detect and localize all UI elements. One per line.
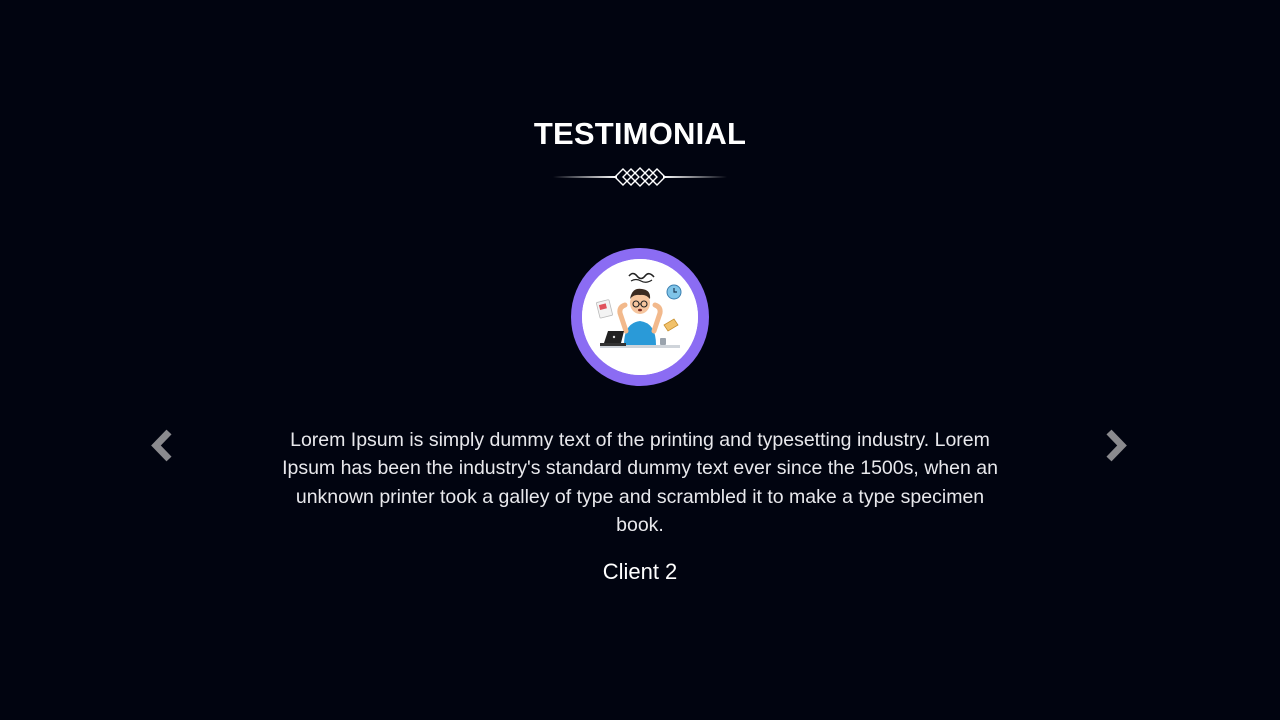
client-avatar <box>571 248 709 386</box>
chevron-left-icon <box>151 429 172 462</box>
testimonial-section: TESTIMONIAL Lorem Ipsum is simply dummy … <box>0 0 1280 720</box>
section-title: TESTIMONIAL <box>533 116 747 151</box>
testimonial-quote: Lorem Ipsum is simply dummy text of the … <box>282 429 998 536</box>
client-name: Client 2 <box>602 559 678 584</box>
prev-testimonial-button[interactable] <box>144 426 184 466</box>
chevron-right-icon <box>1106 429 1127 462</box>
stressed-worker-icon <box>582 259 698 375</box>
next-testimonial-button[interactable] <box>1096 426 1136 466</box>
ornamental-divider-icon <box>553 167 727 187</box>
